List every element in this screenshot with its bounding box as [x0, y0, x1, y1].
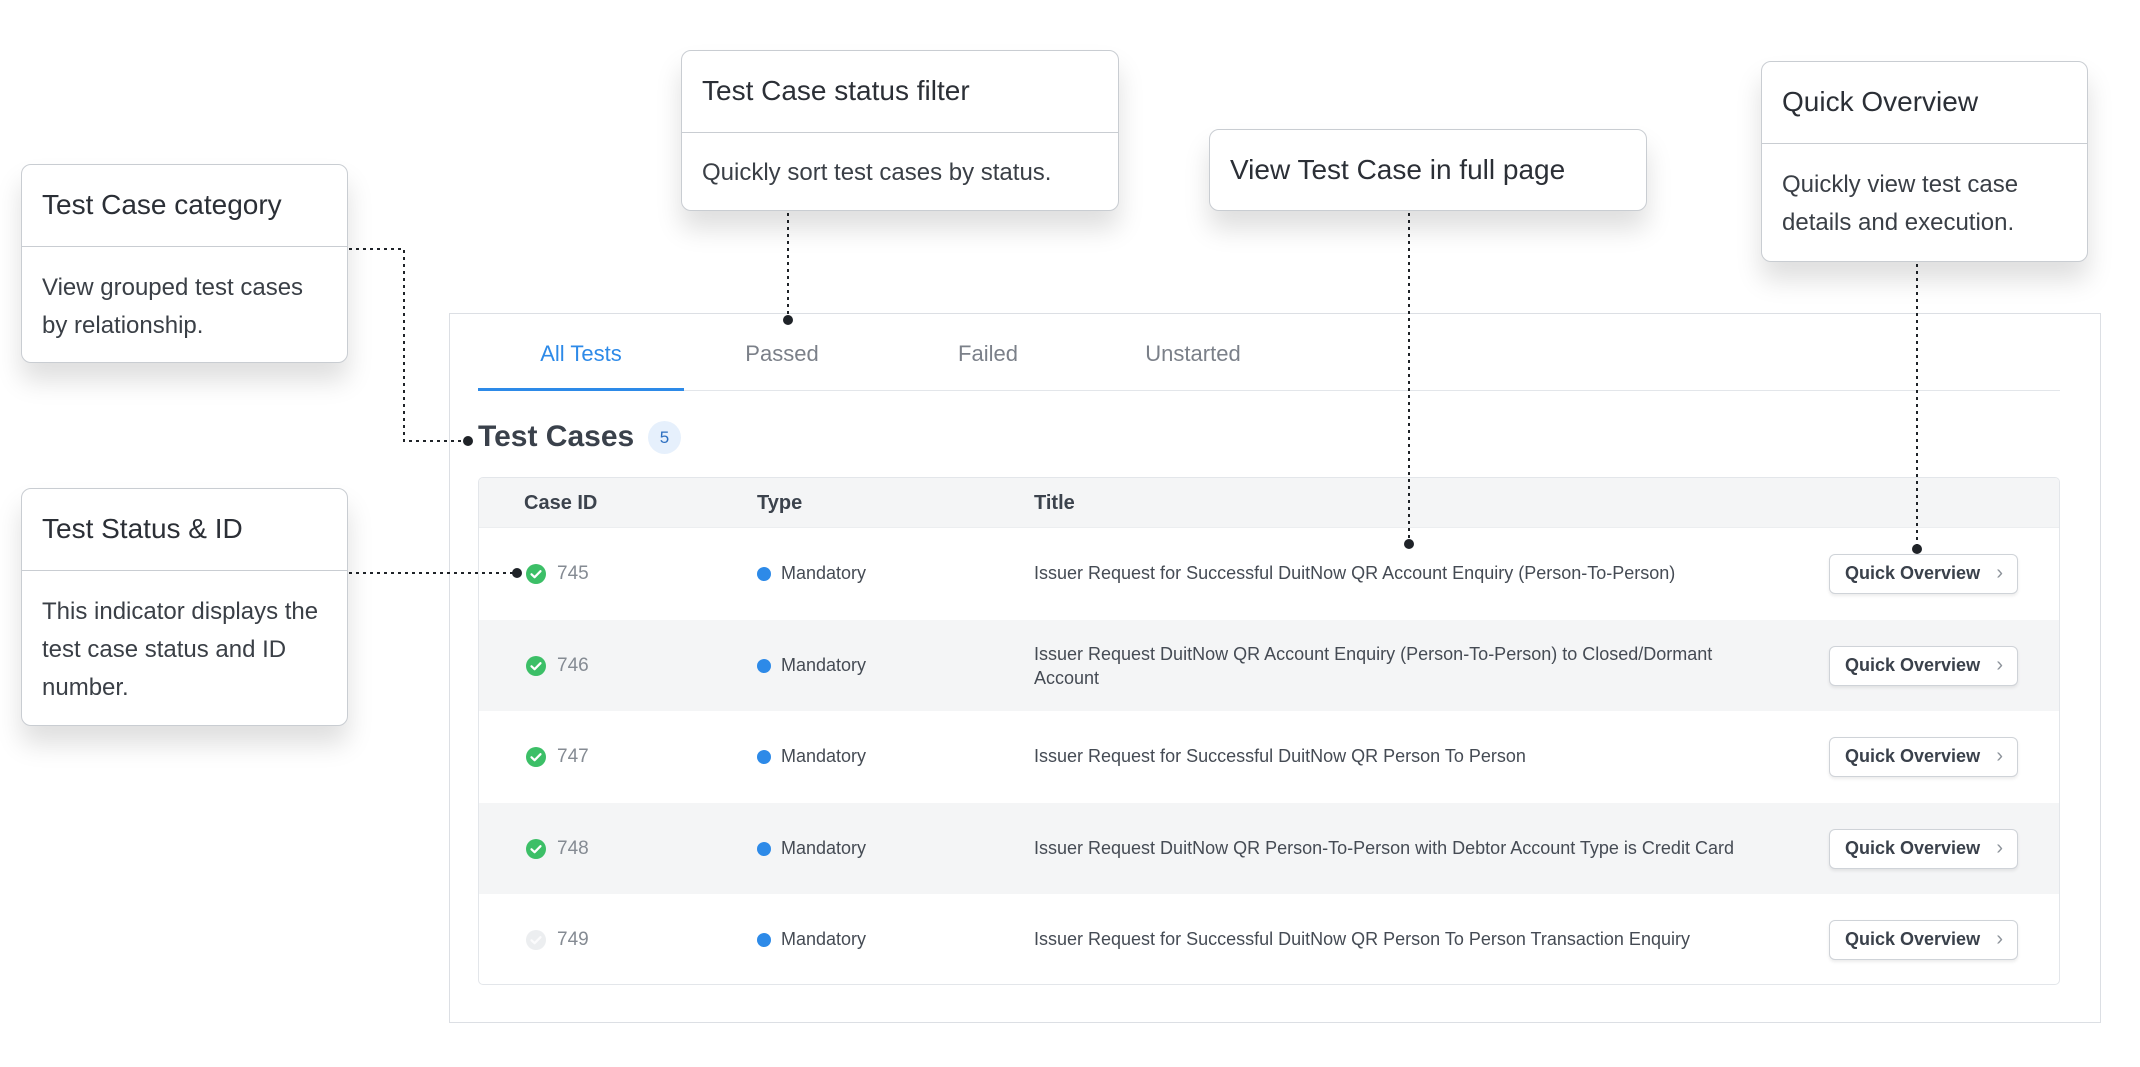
type-label: Mandatory: [781, 654, 867, 675]
type-dot-icon: [757, 658, 771, 673]
test-case-title[interactable]: Issuer Request DuitNow QR Person-To-Pers…: [1034, 836, 1774, 860]
test-case-title[interactable]: Issuer Request for Successful DuitNow QR…: [1034, 561, 1774, 585]
table-row[interactable]: 745 Mandatory Issuer Request for Success…: [479, 528, 2059, 620]
callout-title: Test Case category: [22, 165, 347, 247]
callout-test-status-id: Test Status & ID This indicator displays…: [21, 488, 348, 726]
column-header-case-id: Case ID: [524, 492, 598, 514]
case-id: 748: [557, 837, 589, 859]
callout-title: Quick Overview: [1762, 62, 2087, 144]
callout-title: View Test Case in full page: [1230, 154, 1566, 185]
quick-overview-button[interactable]: Quick Overview ›: [1829, 828, 2018, 869]
type-label: Mandatory: [781, 746, 867, 766]
quick-overview-button[interactable]: Quick Overview ›: [1829, 554, 2018, 594]
type-label: Mandatory: [781, 929, 867, 949]
type-label: Mandatory: [781, 563, 867, 583]
quick-overview-label: Quick Overview: [1845, 654, 1981, 675]
type-label: Mandatory: [781, 837, 867, 858]
table-row[interactable]: 746 Mandatory Issuer Request DuitNow QR …: [479, 619, 2059, 711]
chevron-right-icon: ›: [1996, 836, 2003, 859]
quick-overview-label: Quick Overview: [1845, 563, 1981, 583]
check-circle-icon: [526, 655, 546, 676]
type-dot-icon: [757, 567, 771, 581]
table-row[interactable]: 748 Mandatory Issuer Request DuitNow QR …: [479, 802, 2059, 894]
callout-view-full-page: View Test Case in full page: [1209, 129, 1647, 211]
case-id: 747: [557, 746, 589, 767]
type-dot-icon: [757, 750, 771, 764]
test-case-title[interactable]: Issuer Request for Successful DuitNow QR…: [1034, 744, 1774, 768]
callout-body: Quickly view test case details and execu…: [1782, 171, 2019, 236]
callout-quick-overview: Quick Overview Quickly view test case de…: [1761, 61, 2088, 262]
tab-failed[interactable]: Failed: [885, 331, 1091, 391]
case-id: 745: [557, 563, 589, 584]
test-case-title[interactable]: Issuer Request DuitNow QR Account Enquir…: [1034, 642, 1774, 690]
test-cases-table: Case ID Type Title 745 Mandatory Issuer …: [478, 477, 2060, 985]
check-circle-icon: [526, 564, 546, 584]
chevron-right-icon: ›: [1996, 562, 2003, 584]
chevron-right-icon: ›: [1996, 745, 2003, 767]
type-dot-icon: [757, 841, 771, 856]
section-title: Test Cases: [478, 420, 635, 453]
tab-passed[interactable]: Passed: [679, 331, 885, 391]
type-dot-icon: [757, 933, 771, 947]
table-row[interactable]: 749 Mandatory Issuer Request for Success…: [479, 894, 2059, 984]
table-row[interactable]: 747 Mandatory Issuer Request for Success…: [479, 711, 2059, 803]
callout-body: This indicator displays the test case st…: [42, 598, 319, 701]
callout-title: Test Status & ID: [22, 489, 347, 571]
empty-circle-icon: [526, 930, 546, 950]
tab-unstarted[interactable]: Unstarted: [1090, 331, 1296, 391]
callout-body: Quickly sort test cases by status.: [702, 159, 1052, 186]
callout-test-case-category: Test Case category View grouped test cas…: [21, 164, 348, 363]
chevron-right-icon: ›: [1996, 928, 2003, 950]
quick-overview-button[interactable]: Quick Overview ›: [1829, 645, 2018, 686]
column-header-title: Title: [1034, 492, 1075, 514]
table-header: Case ID Type Title: [479, 478, 2059, 528]
case-id: 749: [557, 929, 589, 950]
status-filter-tabs: All Tests Passed Failed Unstarted: [478, 331, 2060, 391]
check-circle-icon: [526, 838, 546, 859]
count-badge: 5: [648, 421, 681, 454]
quick-overview-label: Quick Overview: [1845, 746, 1981, 766]
callout-title: Test Case status filter: [682, 51, 1118, 133]
callout-status-filter: Test Case status filter Quickly sort tes…: [681, 50, 1119, 211]
tab-all-tests[interactable]: All Tests: [478, 331, 684, 391]
callout-body: View grouped test cases by relationship.: [42, 274, 304, 339]
column-header-type: Type: [757, 492, 803, 514]
chevron-right-icon: ›: [1996, 653, 2003, 676]
quick-overview-button[interactable]: Quick Overview ›: [1829, 920, 2018, 960]
test-case-title[interactable]: Issuer Request for Successful DuitNow QR…: [1034, 927, 1774, 951]
check-circle-icon: [526, 747, 546, 767]
quick-overview-button[interactable]: Quick Overview ›: [1829, 737, 2018, 777]
case-id: 746: [557, 654, 589, 676]
quick-overview-label: Quick Overview: [1845, 929, 1981, 949]
quick-overview-label: Quick Overview: [1845, 837, 1981, 858]
